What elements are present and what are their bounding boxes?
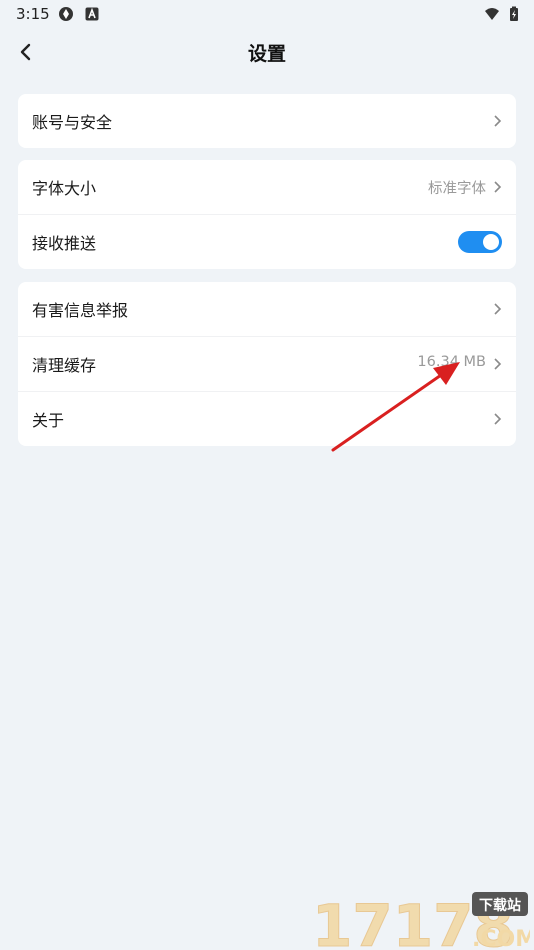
page-title: 设置 (247, 43, 286, 65)
cache-size-value: 16.34 MB (417, 354, 486, 370)
status-time: 3:15 (16, 5, 50, 23)
toggle-knob (483, 234, 499, 250)
setting-row-clear-cache[interactable]: 清理缓存 16.34 MB (18, 336, 516, 391)
push-toggle[interactable] (458, 231, 502, 253)
site-watermark-logo: 17178 下载站 .COM (312, 892, 530, 950)
watermark-badge: 下载站 (479, 897, 521, 914)
settings-group-display: 字体大小 标准字体 接收推送 (18, 160, 516, 269)
settings-group-misc: 有害信息举报 清理缓存 16.34 MB 关于 (18, 282, 516, 446)
chevron-right-icon (494, 303, 502, 315)
battery-icon (510, 6, 518, 21)
setting-label: 关于 (32, 411, 65, 430)
setting-row-account-security[interactable]: 账号与安全 (18, 94, 516, 148)
app-notification-icon (85, 7, 99, 21)
setting-value: 标准字体 (428, 181, 486, 197)
setting-row-about[interactable]: 关于 (18, 391, 516, 446)
watermark-suffix: .COM (472, 927, 530, 950)
setting-label: 接收推送 (32, 234, 97, 253)
chevron-right-icon (494, 358, 502, 370)
setting-row-report-harmful[interactable]: 有害信息举报 (18, 282, 516, 336)
wifi-icon (485, 8, 499, 20)
status-bar: 3:15 (0, 0, 534, 28)
chevron-right-icon (494, 413, 502, 425)
setting-row-push-notifications: 接收推送 (18, 214, 516, 269)
settings-group-account: 账号与安全 (18, 94, 516, 148)
title-bar: 设置 (0, 28, 534, 76)
chevron-right-icon (494, 115, 502, 127)
setting-label: 字体大小 (32, 179, 97, 198)
setting-label: 账号与安全 (32, 113, 113, 132)
setting-label: 清理缓存 (32, 356, 97, 375)
setting-row-font-size[interactable]: 字体大小 标准字体 (18, 160, 516, 214)
chevron-right-icon (494, 181, 502, 193)
aperture-icon (59, 7, 73, 21)
setting-label: 有害信息举报 (32, 301, 129, 320)
